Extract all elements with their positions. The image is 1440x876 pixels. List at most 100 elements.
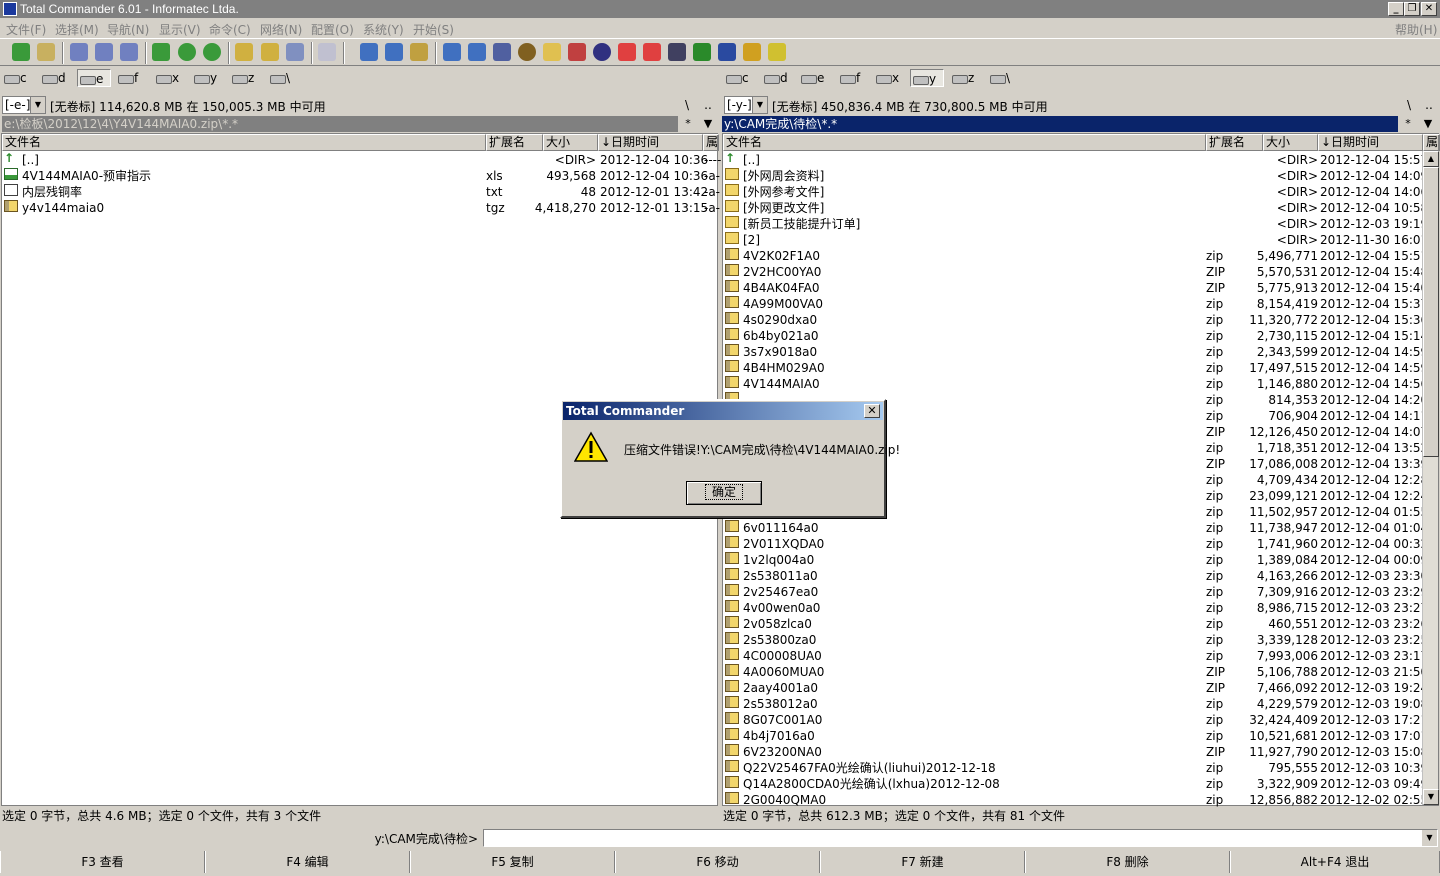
right-drive-network[interactable]: \ bbox=[988, 69, 1022, 87]
left-root-button[interactable]: \ bbox=[678, 96, 696, 114]
left-history-button[interactable]: ▼ bbox=[698, 116, 718, 132]
search-icon[interactable] bbox=[360, 43, 378, 61]
right-history-button[interactable]: ▼ bbox=[1418, 116, 1438, 132]
right-drive-f[interactable]: f bbox=[838, 69, 872, 87]
media-icon[interactable] bbox=[518, 43, 536, 61]
file-row[interactable]: [2] <DIR> 2012-11-30 16:01 bbox=[723, 232, 1438, 248]
file-row[interactable]: 2V2HC00YA0 ZIP 5,570,531 2012-12-04 15:48 bbox=[723, 264, 1438, 280]
col-date[interactable]: ↓日期时间 bbox=[598, 134, 703, 151]
dialog-close-icon[interactable]: ✕ bbox=[864, 404, 880, 418]
f6-move-button[interactable]: F6 移动 bbox=[615, 851, 820, 873]
file-row[interactable]: 4B4AK04FA0 ZIP 5,775,913 2012-12-04 15:40 bbox=[723, 280, 1438, 296]
sync-icon[interactable] bbox=[318, 43, 336, 61]
minimize-button[interactable]: _ bbox=[1388, 2, 1404, 16]
right-drive-d[interactable]: d bbox=[762, 69, 796, 87]
thumbnail-icon[interactable] bbox=[37, 43, 55, 61]
menu-view[interactable]: 显示(V) bbox=[159, 21, 201, 38]
file-row[interactable]: 1v2lq004a0 zip 1,389,084 2012-12-04 00:09 bbox=[723, 552, 1438, 568]
menu-select[interactable]: 选择(M) bbox=[55, 21, 99, 38]
col-name[interactable]: 文件名 bbox=[2, 134, 486, 151]
command-input[interactable] bbox=[483, 829, 1438, 847]
col-size[interactable]: 大小 bbox=[1263, 134, 1318, 151]
file-row[interactable]: 6b4by021a0 zip 2,730,115 2012-12-04 15:14 bbox=[723, 328, 1438, 344]
ok-button[interactable]: 确定 bbox=[686, 481, 762, 505]
pack-icon[interactable] bbox=[235, 43, 253, 61]
calc-icon[interactable] bbox=[493, 43, 511, 61]
notepad-icon[interactable] bbox=[443, 43, 461, 61]
right-drive-y[interactable]: y bbox=[910, 69, 944, 87]
col-attr[interactable]: 属 bbox=[1423, 134, 1440, 151]
tool-icon[interactable] bbox=[743, 43, 761, 61]
left-drive-select[interactable]: [-e-] bbox=[2, 96, 46, 114]
swap-panels-icon[interactable] bbox=[152, 43, 170, 61]
file-row[interactable]: 4v00wen0a0 zip 8,986,715 2012-12-03 23:27 bbox=[723, 600, 1438, 616]
left-current-path[interactable]: e:\检板\2012\12\4\Y4V144MAIA0.zip\*.* bbox=[2, 116, 678, 132]
left-drive-f[interactable]: f bbox=[116, 69, 150, 87]
multi-rename-icon[interactable] bbox=[385, 43, 403, 61]
file-row[interactable]: 3s7x9018a0 zip 2,343,599 2012-12-04 14:59 bbox=[723, 344, 1438, 360]
right-drive-c[interactable]: c bbox=[724, 69, 758, 87]
file-row[interactable]: [新员工技能提升订单] <DIR> 2012-12-03 19:19 bbox=[723, 216, 1438, 232]
altf4-exit-button[interactable]: Alt+F4 退出 bbox=[1230, 851, 1440, 873]
file-row[interactable]: 4A99M00VA0 zip 8,154,419 2012-12-04 15:37 bbox=[723, 296, 1438, 312]
col-attr[interactable]: 属 bbox=[703, 134, 719, 151]
scroll-thumb[interactable] bbox=[1423, 167, 1439, 457]
file-row[interactable]: 4s0290dxa0 zip 11,320,772 2012-12-04 15:36 bbox=[723, 312, 1438, 328]
excel-icon[interactable] bbox=[693, 43, 711, 61]
file-row[interactable]: Q14A2800CDA0光绘确认(lxhua)2012-12-08 zip 3,32… bbox=[723, 776, 1438, 792]
left-drive-network[interactable]: \ bbox=[268, 69, 302, 87]
file-row[interactable]: [外网周会资料] <DIR> 2012-12-04 14:09 bbox=[723, 168, 1438, 184]
file-row[interactable]: [外网参考文件] <DIR> 2012-12-04 14:06 bbox=[723, 184, 1438, 200]
file-row[interactable]: ↑ [..] <DIR> 2012-12-04 15:57 bbox=[723, 152, 1438, 168]
right-filter-button[interactable]: * bbox=[1398, 116, 1418, 132]
cmd-icon[interactable] bbox=[668, 43, 686, 61]
pdf2-icon[interactable] bbox=[643, 43, 661, 61]
restore-button[interactable]: ❐ bbox=[1404, 2, 1420, 16]
file-row[interactable]: y4v144maia0 tgz 4,418,270 2012-12-01 13:15-… bbox=[2, 200, 720, 216]
col-ext[interactable]: 扩展名 bbox=[1206, 134, 1263, 151]
file-row[interactable]: 2s538011a0 zip 4,163,266 2012-12-03 23:30 bbox=[723, 568, 1438, 584]
file-row[interactable]: 4A0060MUA0 ZIP 5,106,788 2012-12-03 21:50 bbox=[723, 664, 1438, 680]
menu-network[interactable]: 网络(N) bbox=[260, 21, 302, 38]
file-row[interactable]: 内层残铜率 txt 48 2012-12-01 13:42 -a- bbox=[2, 184, 720, 200]
left-filter-button[interactable]: * bbox=[678, 116, 698, 132]
file-row[interactable]: 4V2K02F1A0 zip 5,496,771 2012-12-04 15:51 bbox=[723, 248, 1438, 264]
ftp-icon[interactable] bbox=[286, 43, 304, 61]
compare-icon[interactable] bbox=[410, 43, 428, 61]
right-drive-e[interactable]: e bbox=[799, 69, 833, 87]
file-row[interactable]: 4C00008UA0 zip 7,993,006 2012-12-03 23:17 bbox=[723, 648, 1438, 664]
edit-icon[interactable] bbox=[468, 43, 486, 61]
f8-delete-button[interactable]: F8 删除 bbox=[1025, 851, 1230, 873]
file-row[interactable]: 8G07C001A0 zip 32,424,409 2012-12-03 17:21 bbox=[723, 712, 1438, 728]
col-date[interactable]: ↓日期时间 bbox=[1318, 134, 1423, 151]
file-row[interactable]: 2V011XQDA0 zip 1,741,960 2012-12-04 00:32 bbox=[723, 536, 1438, 552]
f4-edit-button[interactable]: F4 编辑 bbox=[205, 851, 410, 873]
file-row[interactable]: 2s53800za0 zip 3,339,128 2012-12-03 23:25 bbox=[723, 632, 1438, 648]
file-row[interactable]: 4B4HM029A0 zip 17,497,515 2012-12-04 14:59 bbox=[723, 360, 1438, 376]
left-drive-x[interactable]: x bbox=[154, 69, 188, 87]
web-icon[interactable] bbox=[593, 43, 611, 61]
brief-view-icon[interactable] bbox=[70, 43, 88, 61]
file-row[interactable]: 2v25467ea0 zip 7,309,916 2012-12-03 23:29 bbox=[723, 584, 1438, 600]
file-row[interactable]: 6v011164a0 zip 11,738,947 2012-12-04 01:04 bbox=[723, 520, 1438, 536]
right-parent-button[interactable]: .. bbox=[1420, 96, 1438, 114]
menu-config[interactable]: 配置(O) bbox=[311, 21, 354, 38]
back-icon[interactable] bbox=[178, 43, 196, 61]
tool2-icon[interactable] bbox=[768, 43, 786, 61]
file-row[interactable]: 2s538012a0 zip 4,229,579 2012-12-03 19:08 bbox=[723, 696, 1438, 712]
file-row[interactable]: 2aay4001a0 ZIP 7,466,092 2012-12-03 19:24 bbox=[723, 680, 1438, 696]
menu-file[interactable]: 文件(F) bbox=[6, 21, 46, 38]
file-row[interactable]: 2G0040QMA0 zip 12,856,882 2012-12-02 02:55 bbox=[723, 792, 1438, 808]
folder-icon[interactable] bbox=[543, 43, 561, 61]
tree-view-icon[interactable] bbox=[120, 43, 138, 61]
right-scrollbar[interactable]: ▲ ▼ bbox=[1422, 151, 1439, 805]
f5-copy-button[interactable]: F5 复制 bbox=[410, 851, 615, 873]
menu-navigate[interactable]: 导航(N) bbox=[107, 21, 149, 38]
file-row[interactable]: 6V23200NA0 ZIP 11,927,790 2012-12-03 15:08 bbox=[723, 744, 1438, 760]
menu-help[interactable]: 帮助(H) bbox=[1395, 21, 1437, 38]
scroll-up-icon[interactable]: ▲ bbox=[1423, 151, 1439, 167]
pdf-icon[interactable] bbox=[618, 43, 636, 61]
menu-commands[interactable]: 命令(C) bbox=[209, 21, 251, 38]
refresh-icon[interactable] bbox=[12, 43, 30, 61]
col-ext[interactable]: 扩展名 bbox=[486, 134, 543, 151]
